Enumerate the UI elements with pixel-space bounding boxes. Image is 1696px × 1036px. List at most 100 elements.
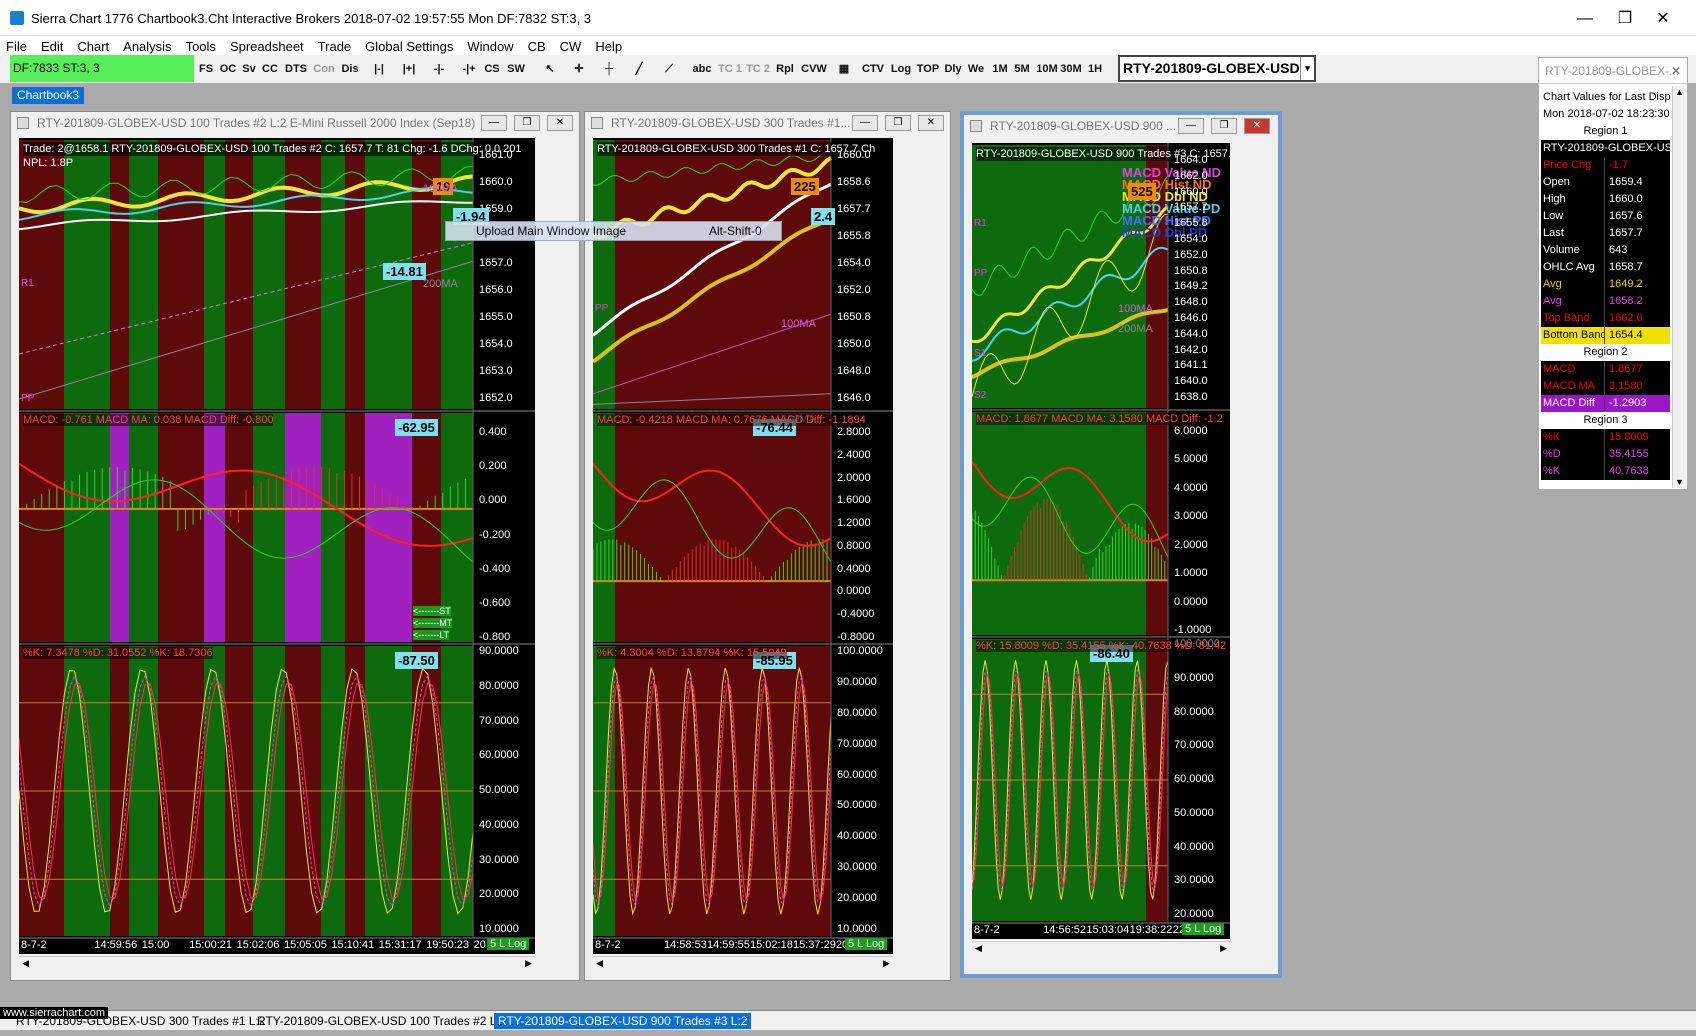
toolbar-button[interactable]: -|+ (456, 58, 482, 80)
close-button[interactable]: ✕ (1648, 8, 1678, 30)
value-val: 1660.0 (1609, 193, 1643, 205)
scroll-right-icon[interactable]: ▶ (1220, 943, 1227, 954)
toolbar-button[interactable]: ✛ (566, 58, 592, 80)
toolbar-button[interactable]: DTS (284, 58, 308, 80)
chart-area[interactable]: Trade: 2@1658.1 RTY-201809-GLOBEX-USD 10… (19, 138, 535, 954)
toolbar-button[interactable]: CC (261, 58, 279, 80)
menu-item[interactable]: Spreadsheet (224, 36, 312, 54)
toolbar-button[interactable]: ⟋ (656, 58, 682, 80)
axis-tick-label: 1646.0 (837, 392, 871, 404)
toolbar-button[interactable]: -|- (426, 58, 452, 80)
menu-item[interactable]: CB (522, 36, 554, 54)
menu-item[interactable]: File (0, 36, 35, 54)
toolbar-button[interactable]: We (966, 58, 986, 80)
restore-icon[interactable]: ❐ (885, 115, 911, 131)
toolbar-button[interactable]: CS (483, 58, 501, 80)
scroll-left-icon[interactable]: ◀ (975, 943, 982, 954)
vertical-scrollbar[interactable]: ▲ ▼ (1672, 86, 1686, 488)
toolbar-button[interactable]: TC 1 (718, 58, 742, 80)
scroll-left-icon[interactable]: ◀ (22, 958, 29, 969)
scroll-right-icon[interactable]: ▶ (883, 958, 890, 969)
value-val: 643 (1609, 244, 1628, 256)
toolbar-button[interactable]: ↖ (538, 58, 562, 80)
log-scale-button[interactable]: 5 L Log (487, 938, 530, 950)
toolbar-button[interactable]: Rpl (774, 58, 796, 80)
toolbar-button[interactable]: ▦ (832, 58, 856, 80)
chart-canvas[interactable] (19, 138, 535, 954)
watermark: www.sierrachart.com (0, 1007, 109, 1019)
chart-window[interactable]: RTY-201809-GLOBEX-USD 900 ... — ❐ ✕ RTY-2018… (960, 111, 1282, 978)
close-icon[interactable]: ✕ (1244, 118, 1270, 134)
toolbar-button[interactable]: Log (890, 58, 912, 80)
menu-item[interactable]: Window (461, 36, 521, 54)
menu-item[interactable]: Global Settings (359, 36, 461, 54)
restore-icon[interactable]: ❐ (514, 115, 540, 131)
minimize-icon[interactable]: — (852, 115, 878, 131)
value-val: 1657.6 (1609, 210, 1643, 222)
scroll-up-icon[interactable]: ▲ (1675, 87, 1684, 97)
close-icon[interactable]: ✕ (918, 115, 944, 131)
axis-tick-label: 1638.0 (1174, 391, 1208, 403)
toolbar-button[interactable]: Dis (340, 58, 360, 80)
taskbar-item-active[interactable]: RTY-201809-GLOBEX-USD 900 Trades #3 L:2 (494, 1013, 752, 1029)
toolbar-button[interactable]: 1M (990, 58, 1010, 80)
horizontal-scrollbar[interactable]: ◀ ▶ (593, 956, 893, 973)
menu-item[interactable]: Edit (35, 36, 71, 54)
menu-item[interactable]: Chart (71, 36, 117, 54)
toolbar-button[interactable]: SW (506, 58, 526, 80)
toolbar-button[interactable]: ┼ (596, 58, 622, 80)
scroll-left-icon[interactable]: ◀ (596, 958, 603, 969)
menu-item[interactable]: CW (554, 36, 590, 54)
taskbar-item[interactable]: RTY-201809-GLOBEX-USD 100 Trades #2 L:2 (253, 1013, 510, 1029)
chevron-down-icon[interactable]: ▾ (1300, 57, 1314, 80)
horizontal-scrollbar[interactable]: ◀ ▶ (972, 941, 1230, 958)
toolbar-button[interactable]: |-| (366, 58, 392, 80)
axis-tick-label: 2.8000 (837, 426, 871, 438)
toolbar-button[interactable]: abc (690, 58, 714, 80)
toolbar-button[interactable]: 5M (1012, 58, 1032, 80)
symbol-select[interactable]: RTY-201809-GLOBEX-USD ▾ (1118, 55, 1316, 82)
toolbar-button[interactable]: Con (312, 58, 336, 80)
restore-icon[interactable]: ❐ (1211, 118, 1237, 134)
restore-button[interactable]: ❐ (1610, 8, 1640, 30)
chartbook-tab[interactable]: Chartbook3 (12, 87, 84, 104)
menu-item[interactable]: Trade (312, 36, 359, 54)
menu-item[interactable]: Help (589, 36, 630, 54)
toolbar-button[interactable]: CTV (862, 58, 884, 80)
toolbar-button[interactable]: 30M (1060, 58, 1082, 80)
toolbar-button[interactable]: OC (218, 58, 238, 80)
minimize-icon[interactable]: — (481, 115, 507, 131)
toolbar-button[interactable]: ╱ (626, 58, 652, 80)
close-icon[interactable]: ✕ (1671, 58, 1681, 84)
toolbar-button[interactable]: 10M (1036, 58, 1058, 80)
log-scale-button[interactable]: 5 L Log (845, 938, 888, 950)
menu-item[interactable]: Analysis (117, 36, 179, 54)
toolbar-button[interactable]: TOP (916, 58, 940, 80)
horizontal-scrollbar[interactable]: ◀ ▶ (19, 956, 535, 973)
chart-area[interactable]: RTY-201809-GLOBEX-USD 900 Trades #3 C: 1… (972, 143, 1230, 939)
toolbar-button[interactable]: FS (197, 58, 215, 80)
scroll-right-icon[interactable]: ▶ (525, 958, 532, 969)
value-key: High (1541, 191, 1605, 208)
scroll-down-icon[interactable]: ▼ (1675, 477, 1684, 487)
value-row: Avg 1649.2 (1541, 276, 1670, 293)
toolbar-button[interactable]: Sv (241, 58, 257, 80)
axis-tick-label: 1653.0 (479, 365, 513, 377)
minimize-button[interactable]: — (1570, 8, 1600, 30)
chart-window[interactable]: RTY-201809-GLOBEX-USD 100 Trades #2 L:2 … (10, 111, 580, 981)
chart-info-line: RTY-201809-GLOBEX-USD 300 Trades #1 C: 1… (597, 142, 876, 156)
toolbar-button[interactable]: Dly (944, 58, 962, 80)
value-val: 1659.4 (1609, 176, 1643, 188)
menu-item[interactable]: Tools (180, 36, 224, 54)
toolbar-button[interactable]: 1H (1086, 58, 1104, 80)
minimize-icon[interactable]: — (1178, 118, 1204, 134)
chart-area[interactable]: RTY-201809-GLOBEX-USD 300 Trades #1 C: 1… (593, 138, 893, 954)
toolbar-button[interactable]: CVW (800, 58, 828, 80)
chart-window[interactable]: RTY-201809-GLOBEX-USD 300 Trades #1... — ❐… (584, 111, 951, 981)
value-row: MACD MA 3.1580 (1541, 378, 1670, 395)
toolbar-button[interactable]: TC 2 (746, 58, 770, 80)
close-icon[interactable]: ✕ (547, 115, 573, 131)
chart-values-title-text: RTY-201809-GLOBEX-... (1545, 64, 1680, 78)
log-scale-button[interactable]: 5 L Log (1182, 923, 1225, 935)
toolbar-button[interactable]: |+| (396, 58, 422, 80)
